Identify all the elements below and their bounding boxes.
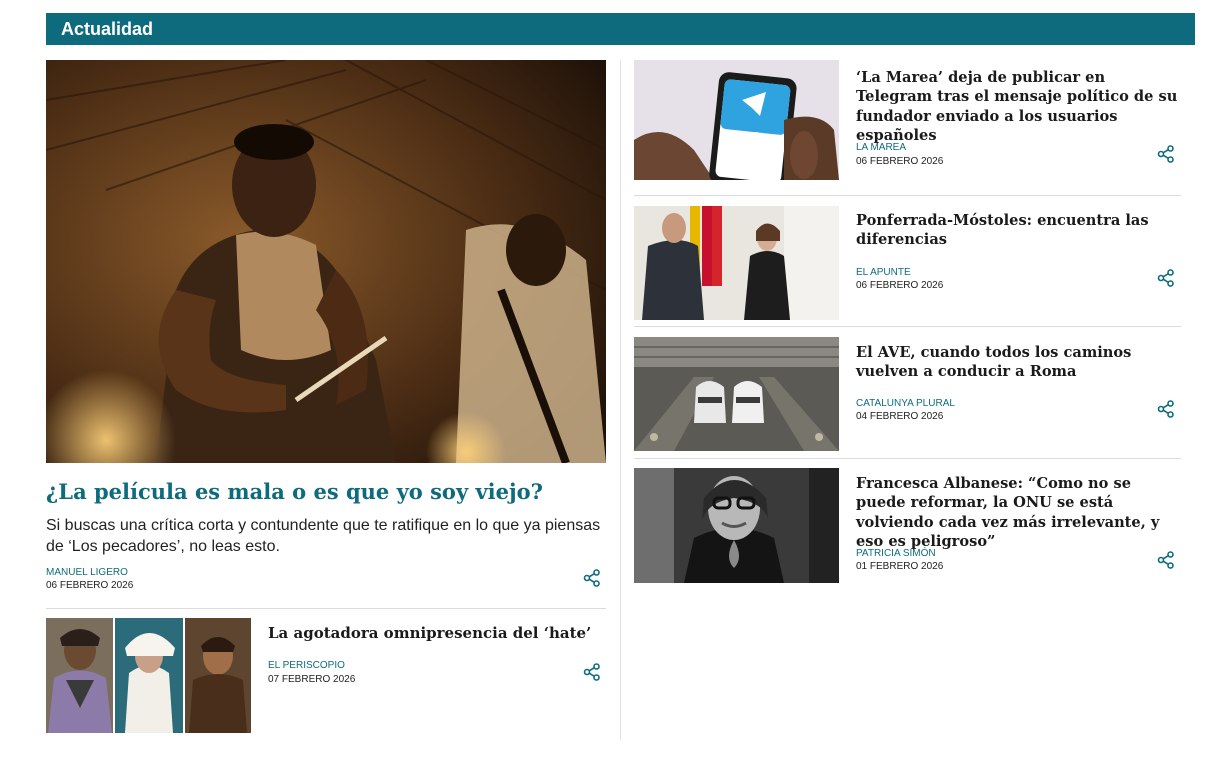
share-icon[interactable] bbox=[583, 663, 601, 681]
hero-date: 06 FEBRERO 2026 bbox=[46, 580, 134, 591]
section-header[interactable]: Actualidad bbox=[46, 13, 1195, 45]
divider bbox=[634, 195, 1181, 196]
share-icon[interactable] bbox=[1157, 269, 1175, 287]
side-article-author-link[interactable]: CATALUNYA PLURAL bbox=[856, 398, 955, 409]
secondary-date: 07 FEBRERO 2026 bbox=[268, 674, 356, 685]
side-article-image-albanese[interactable] bbox=[634, 468, 839, 583]
side-article-date: 01 FEBRERO 2026 bbox=[856, 561, 944, 572]
divider bbox=[634, 458, 1181, 459]
hero-lead: Si buscas una crítica corta y contundent… bbox=[46, 517, 601, 555]
phone-label: Telegram bbox=[730, 131, 759, 138]
secondary-image[interactable] bbox=[46, 618, 251, 733]
share-icon[interactable] bbox=[583, 569, 601, 587]
side-article-title-link[interactable]: Francesca Albanese: “Como no se puede re… bbox=[856, 474, 1181, 551]
side-article-date: 06 FEBRERO 2026 bbox=[856, 280, 944, 291]
side-article-title-link[interactable]: Ponferrada-Móstoles: encuentra las difer… bbox=[856, 211, 1181, 250]
secondary-title-link[interactable]: La agotadora omnipresencia del ‘hate’ bbox=[268, 624, 598, 643]
side-article-image-trains[interactable] bbox=[634, 337, 839, 451]
side-article-author-link[interactable]: EL APUNTE bbox=[856, 267, 911, 278]
share-icon[interactable] bbox=[1157, 551, 1175, 569]
hero-title-link[interactable]: ¿La película es mala o es que yo soy vie… bbox=[46, 478, 606, 506]
hero-image[interactable] bbox=[46, 60, 606, 463]
side-article-image-telegram[interactable]: Telegram bbox=[634, 60, 839, 180]
side-article-title-link[interactable]: ‘La Marea’ deja de publicar en Telegram … bbox=[856, 68, 1181, 145]
side-article-date: 06 FEBRERO 2026 bbox=[856, 156, 944, 167]
secondary-author-link[interactable]: EL PERISCOPIO bbox=[268, 660, 345, 671]
side-article-image-politicians[interactable] bbox=[634, 206, 839, 320]
divider bbox=[634, 326, 1181, 327]
side-article-date: 04 FEBRERO 2026 bbox=[856, 411, 944, 422]
section-title: Actualidad bbox=[61, 19, 154, 39]
side-article-title-link[interactable]: El AVE, cuando todos los caminos vuelven… bbox=[856, 343, 1181, 382]
hero-author-link[interactable]: MANUEL LIGERO bbox=[46, 567, 128, 578]
divider bbox=[46, 608, 606, 609]
share-icon[interactable] bbox=[1157, 145, 1175, 163]
side-article-author-link[interactable]: PATRICIA SIMÓN bbox=[856, 548, 936, 559]
column-divider bbox=[620, 60, 621, 740]
side-article-author-link[interactable]: LA MAREA bbox=[856, 142, 906, 153]
share-icon[interactable] bbox=[1157, 400, 1175, 418]
